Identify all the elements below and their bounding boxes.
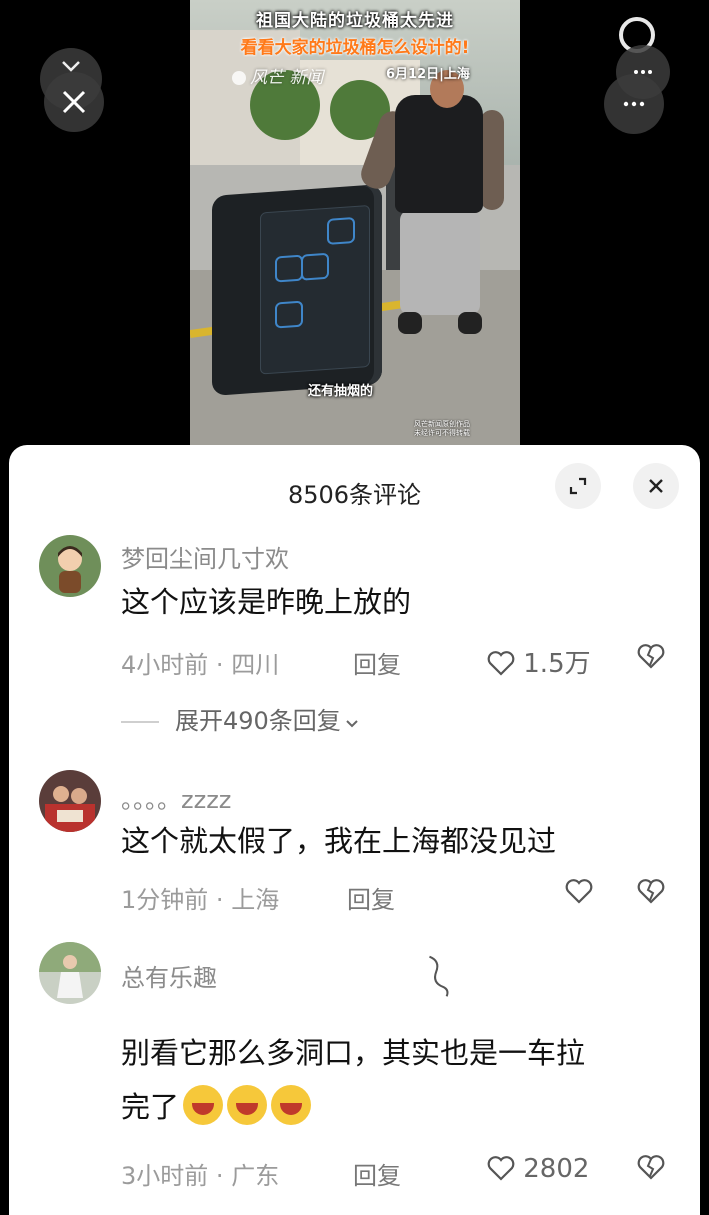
brand-icon <box>232 71 246 85</box>
brand-logo: 风芒 新闻 <box>232 63 323 88</box>
comment-time: 4小时前 <box>121 651 209 679</box>
person-arm <box>480 110 504 210</box>
broken-heart-icon <box>637 879 665 904</box>
video-subheadline: 看看大家的垃圾桶怎么设计的! <box>240 38 470 58</box>
heart-icon <box>487 1156 515 1181</box>
laughing-crying-emoji-icon <box>183 1085 224 1125</box>
comment-text: 这个应该是昨晚上放的 <box>121 585 412 619</box>
comment-time: 1分钟前 <box>121 886 209 914</box>
reply-button[interactable]: 回复 <box>353 1156 401 1191</box>
watermark-line: 风芒新闻原创作品 <box>414 420 470 428</box>
avatar[interactable] <box>39 942 101 1004</box>
avatar-image <box>39 535 101 597</box>
heart-icon <box>487 651 515 676</box>
like-button[interactable] <box>565 878 593 911</box>
video-date-location: 6月12日|上海 <box>386 67 470 82</box>
close-video-button[interactable] <box>44 72 104 132</box>
video-frame[interactable]: 祖国大陆的垃圾桶太先进 看看大家的垃圾桶怎么设计的! 风芒 新闻 6月12日|上… <box>190 0 520 445</box>
expand-icon <box>569 477 587 495</box>
reply-button[interactable]: 回复 <box>353 645 401 680</box>
comment-username[interactable]: 梦回尘间几寸欢 <box>121 539 289 574</box>
meta-separator: · <box>215 1162 224 1190</box>
bin-opening <box>301 252 329 281</box>
comment-location: 四川 <box>231 651 280 679</box>
expand-replies-button[interactable]: 展开490条回复 <box>121 701 359 736</box>
chevron-down-icon <box>346 720 358 728</box>
chevron-down-icon <box>62 61 80 72</box>
brand-label: 风芒 新闻 <box>250 68 324 88</box>
broken-heart-icon <box>637 1155 665 1180</box>
close-comments-button[interactable] <box>633 463 679 509</box>
meta-separator: · <box>215 886 224 914</box>
avatar-image <box>39 942 101 1004</box>
like-count: 2802 <box>523 1154 590 1184</box>
close-icon <box>62 90 86 114</box>
dislike-button[interactable] <box>637 1154 665 1187</box>
comment-time: 3小时前 <box>121 1162 209 1190</box>
meta-separator: · <box>215 651 224 679</box>
bin-opening <box>275 254 303 283</box>
more-dots-icon <box>623 101 645 107</box>
bin-opening <box>275 300 303 329</box>
laughing-crying-emoji-icon <box>271 1085 312 1125</box>
trash-bin-image <box>212 184 382 396</box>
like-button[interactable]: 1.5万 <box>487 643 591 680</box>
bin-opening <box>327 216 355 245</box>
avatar[interactable] <box>39 535 101 597</box>
person-body <box>395 95 483 213</box>
comment-text: 这个就太假了，我在上海都没见过 <box>121 824 557 858</box>
comment-username[interactable]: 。。。。zzzz <box>121 780 231 815</box>
comment-username[interactable]: 总有乐趣 <box>121 958 217 993</box>
person-legs <box>400 210 480 315</box>
like-button[interactable]: 2802 <box>487 1154 589 1184</box>
comment-location: 广东 <box>231 1162 280 1190</box>
comment-meta: 4小时前 · 四川 <box>121 645 279 680</box>
watermark-line: 未经许可不得转载 <box>414 429 470 437</box>
video-subtitle: 还有抽烟的 <box>308 384 374 399</box>
expand-divider <box>121 721 159 723</box>
heart-icon <box>565 879 593 904</box>
comment-text-line: 别看它那么多洞口，其实也是一车拉 <box>121 1036 586 1070</box>
close-icon <box>649 479 663 493</box>
video-watermark: 风芒新闻原创作品 未经许可不得转载 <box>414 420 470 438</box>
comment-text-segment: 完了 <box>121 1090 180 1124</box>
comment-location: 上海 <box>231 886 280 914</box>
person-shoe <box>458 312 482 334</box>
person-shoe <box>398 312 422 334</box>
video-headline: 祖国大陆的垃圾桶太先进 <box>256 11 454 31</box>
reply-button[interactable]: 回复 <box>347 880 395 915</box>
comments-sheet: 8506条评论 梦回尘间几寸欢 这个应该是昨晚上放的 4小时前 · 四川 回复 … <box>9 445 700 1215</box>
avatar[interactable] <box>39 770 101 832</box>
comment-meta: 3小时前 · 广东 <box>121 1156 279 1191</box>
handwritten-mark <box>429 955 449 997</box>
like-count: 1.5万 <box>523 649 591 679</box>
comment-text: 别看它那么多洞口，其实也是一车拉 完了 <box>121 1026 681 1134</box>
trash-bin-panel <box>260 204 370 375</box>
laughing-crying-emoji-icon <box>227 1085 268 1125</box>
comment-text-line: 完了 <box>121 1080 681 1134</box>
dislike-button[interactable] <box>637 643 665 676</box>
expand-replies-label: 展开490条回复 <box>175 707 341 735</box>
avatar-image <box>39 770 101 832</box>
comment-meta: 1分钟前 · 上海 <box>121 880 279 915</box>
expand-comments-button[interactable] <box>555 463 601 509</box>
broken-heart-icon <box>637 644 665 669</box>
more-options-button[interactable] <box>604 74 664 134</box>
dislike-button[interactable] <box>637 878 665 911</box>
